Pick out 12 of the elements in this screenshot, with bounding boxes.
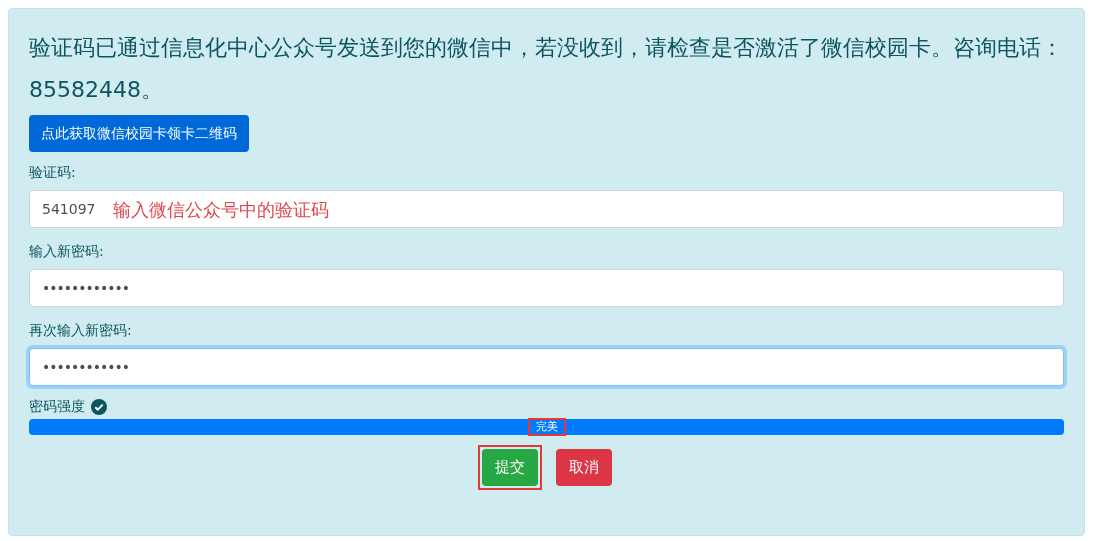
strength-reading: 完美 bbox=[529, 420, 564, 434]
field-label: 再次输入新密码: bbox=[29, 321, 133, 340]
strength-label: 密码强度 bbox=[29, 397, 85, 416]
notice-text: 验证码已通过信息化中心公众号发送到您的微信中，若没收到，请检查是否激活了微信校园卡。咨询电话：85582448。 bbox=[29, 34, 1064, 104]
annotation-text: 输入微信公众号中的验证码 bbox=[113, 197, 330, 222]
password-field[interactable]: •••••••••••• bbox=[29, 348, 1064, 386]
field-label: 验证码: bbox=[29, 163, 77, 182]
field-label: 输入新密码: bbox=[29, 242, 105, 261]
cancel-button[interactable]: 取消 bbox=[555, 449, 612, 486]
input-field[interactable]: 541097 输入微信公众号中的验证码 bbox=[29, 190, 1064, 228]
password-field[interactable]: •••••••••••• bbox=[29, 269, 1064, 307]
qr-code-button[interactable]: 点此获取微信校园卡领卡二维码 bbox=[29, 115, 249, 152]
